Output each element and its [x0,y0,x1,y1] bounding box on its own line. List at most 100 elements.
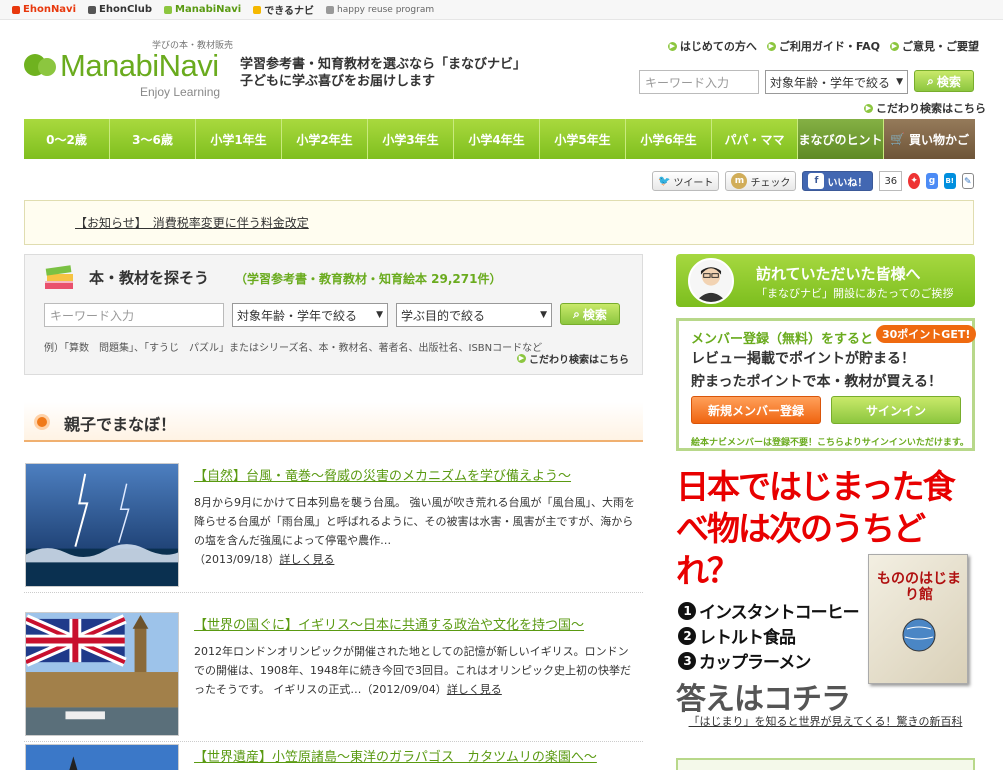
article-title-link[interactable]: 【世界の国ぐに】イギリス～日本に共通する政治や文化を持つ国～ [194,614,584,633]
edit-pen-icon[interactable]: ✎ [961,173,974,189]
person-avatar-icon [688,258,734,304]
greeting-banner[interactable]: 訪れていただいた皆様へ 「まなびナビ」開設にあたってのご挨拶 [676,254,975,307]
search-panel-age-select[interactable]: 対象年齢・学年で絞る ▼ [232,303,388,327]
article-more-link[interactable]: 詳しく見る [447,683,502,696]
arrow-icon: ▶ [766,41,776,51]
facebook-like-button[interactable]: f いいね！ [802,171,874,191]
ad-option-3: 3 カップラーメン [678,648,811,673]
site-link-ehonnavi[interactable]: EhonNavi [12,4,76,15]
register-button[interactable]: 新規メンバー登録 [691,396,821,424]
nav-item-grade-3[interactable]: 小学3年生 [368,119,454,159]
greeting-title: 訪れていただいた皆様へ [756,265,921,283]
dropdown-arrow-icon: ▼ [540,310,547,320]
header-advanced-search-link[interactable]: ▶ こだわり検索はこちら [864,100,986,116]
nav-item-hints[interactable]: まなびのヒント [798,119,884,159]
signin-button[interactable]: サインイン [831,396,961,424]
search-panel-purpose-select[interactable]: 学ぶ目的で絞る ▼ [396,303,552,327]
site-link-happy-reuse[interactable]: happy reuse program [326,5,434,15]
cart-icon: 🛒 [890,132,905,146]
number-3-icon: 3 [678,651,696,670]
site-link-manabinavi[interactable]: ManabiNavi [164,4,241,15]
link-guide-faq[interactable]: ▶ ご利用ガイド・FAQ [766,38,880,54]
header-search-input[interactable]: キーワード入力 [639,70,759,94]
member-benefit-2: 貯まったポイントで本・教材が買える！ [691,374,943,390]
nav-item-age-0-2[interactable]: 0～2歳 [24,119,110,159]
arrow-icon: ▶ [667,41,677,51]
site-tagline: 学習参考書・知育教材を選ぶなら「まなびナビ」 子どもに学ぶ喜びをお届けします [240,56,540,90]
like-count: 36 [879,171,903,191]
site-link-ehonclub[interactable]: EhonClub [88,4,152,15]
nav-item-grade-4[interactable]: 小学4年生 [454,119,540,159]
manabinavi-logo-icon [164,5,172,14]
books-icon [45,265,73,289]
search-panel-button[interactable]: ⌕ 検索 [560,303,620,325]
dekirunavi-logo-icon [253,5,262,14]
arrow-icon: ▶ [890,41,899,51]
points-badge: 30ポイントGET! [876,325,977,343]
search-panel-input[interactable]: キーワード入力 [44,303,224,327]
nav-item-age-3-6[interactable]: 3～6歳 [110,119,196,159]
nav-item-parents[interactable]: パパ・ママ [712,119,798,159]
link-first-time[interactable]: ▶ はじめての方へ [667,38,757,54]
tweet-button[interactable]: 🐦 ツイート [651,171,720,191]
article-date: （2013/09/18） [194,553,280,566]
nav-item-grade-6[interactable]: 小学6年生 [626,119,712,159]
book-cover-image: もののはじまり館 [868,554,968,684]
logo-sub: Enjoy Learning [140,85,221,99]
search-panel: 本・教材を探そう （学習参考書・教育教材・知育絵本 29,271件） キーワード… [24,254,643,375]
london-thumbnail[interactable] [25,612,179,736]
facebook-icon: f [808,173,825,189]
site-logo[interactable]: 学びの本・教材販売 ManabiNavi Enjoy Learning [24,38,234,104]
book-quiz-ad[interactable]: 日本ではじまった食べ物は次のうちどれ？ もののはじまり館 1 インスタントコーヒー… [676,466,975,746]
notice-box: 【お知らせ】 消費税率変更に伴う料金改定 [24,200,974,245]
number-1-icon: 1 [678,601,696,620]
article-more-link[interactable]: 詳しく見る [279,553,334,566]
article-body: 8月から9月にかけて日本列島を襲う台風。 強い風が吹き荒れる台風が「風台風」、大… [194,496,635,566]
section-bullet-icon [34,414,50,430]
social-bar: 🐦 ツイート m チェック f いいね！ 36 ✦ g B! ✎ [651,170,974,192]
section-title: 親子でまなぼ！ [64,415,177,434]
arrow-icon: ▶ [517,354,526,363]
nav-item-grade-1[interactable]: 小学1年生 [196,119,282,159]
hatena-bookmark-icon[interactable]: B! [943,173,956,189]
logo-name: ManabiNavi [60,48,219,83]
number-2-icon: 2 [678,626,696,645]
link-feedback[interactable]: ▶ ご意見・ご要望 [890,38,979,54]
member-box: メンバー登録（無料）をすると 30ポイントGET! レビュー掲載でポイントが貯ま… [676,318,977,451]
header-age-select[interactable]: 対象年齢・学年で絞る ▼ [765,70,908,94]
main-nav: 0～2歳 3～6歳 小学1年生 小学2年生 小学3年生 小学4年生 小学5年生 … [24,119,975,159]
member-benefit-1: レビュー掲載でポイントが貯まる！ [691,351,915,367]
section-header: 親子でまなぼ！ [24,402,643,442]
next-widget-box [676,758,975,770]
article-item: 【自然】台風・竜巻～脅威の災害のメカニズムを学び備えよう～ 8月から9月にかけて… [24,463,643,593]
article-title-link[interactable]: 【世界遺産】小笠原諸島～東洋のガラパゴス カタツムリの楽園へ～ [194,746,597,765]
dropdown-arrow-icon: ▼ [376,310,383,320]
notice-link[interactable]: 【お知らせ】 消費税率変更に伴う料金改定 [75,214,309,231]
ad-answer: 答えはコチラ [676,682,851,717]
article-item: 【世界遺産】小笠原諸島～東洋のガラパゴス カタツムリの楽園へ～ [24,744,643,770]
article-date: （2012/09/04） [361,683,447,696]
island-thumbnail[interactable] [25,744,179,770]
nav-item-grade-2[interactable]: 小学2年生 [282,119,368,159]
nav-item-cart[interactable]: 🛒 買い物かご [884,119,975,159]
ehonclub-logo-icon [88,5,97,14]
search-example: 例）「算数 問題集」、「すうじ パズル」またはシリーズ名、本・教材名、著者名、出… [44,343,543,354]
header-search-button[interactable]: ⌕ 検索 [914,70,974,92]
storm-thumbnail[interactable] [25,463,179,587]
search-icon: ⌕ [927,73,934,88]
search-panel-advanced-link[interactable]: ▶ こだわり検索はこちら [517,351,629,366]
arrow-icon: ▶ [864,103,873,113]
article-body: 2012年ロンドンオリンピックが開催された地としての記憶が新しいイギリス。ロンド… [194,645,631,696]
nav-item-grade-5[interactable]: 小学5年生 [540,119,626,159]
article-title-link[interactable]: 【自然】台風・竜巻～脅威の災害のメカニズムを学び備えよう～ [194,465,571,484]
google-plus-icon[interactable]: g [926,173,938,189]
tagline-line-2: 子どもに学ぶ喜びをお届けします [240,74,436,89]
yahoo-bookmark-icon[interactable]: ✦ [908,173,920,189]
site-link-dekirunavi[interactable]: できるナビ [253,2,314,17]
dropdown-arrow-icon: ▼ [896,77,903,87]
search-panel-title: 本・教材を探そう [89,269,210,287]
ad-caption: 「はじまり」を知ると世界が見えてくる！驚きの新百科 [688,715,963,728]
search-icon: ⌕ [573,306,580,321]
mixi-check-button[interactable]: m チェック [725,171,797,191]
network-sitebar: EhonNavi EhonClub ManabiNavi できるナビ happy… [0,0,1003,20]
